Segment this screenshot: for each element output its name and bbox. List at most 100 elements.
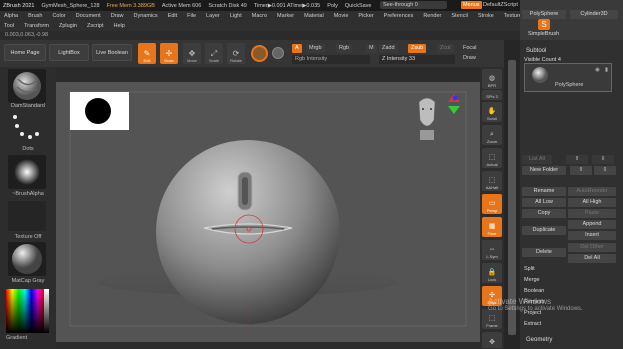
move-button[interactable]: ✥ Move — [183, 43, 201, 64]
insert-button[interactable]: Insert — [568, 231, 616, 240]
extract-menu[interactable]: Extract — [524, 321, 541, 327]
menu-item[interactable]: Macro — [252, 13, 267, 19]
actual-button[interactable]: ⬚ Actual — [482, 148, 502, 168]
menu-item[interactable]: Zscript — [87, 23, 104, 29]
split-menu[interactable]: Split — [524, 266, 535, 272]
draw-button[interactable]: ✢ Draw — [160, 43, 178, 64]
persp-button[interactable]: ▭ Persp — [482, 194, 502, 214]
scale-button[interactable]: ⤢ Scale — [205, 43, 223, 64]
a-toggle[interactable]: A — [292, 44, 302, 53]
menu-item[interactable]: Zplugin — [59, 23, 77, 29]
menu-item[interactable]: Movie — [334, 13, 349, 19]
duplicate-button[interactable]: Duplicate — [522, 226, 566, 235]
folder-down-button[interactable]: ⇩ — [594, 166, 616, 175]
menu-item[interactable]: Material — [304, 13, 324, 19]
cylinder3d-tool[interactable]: Cylinder3D — [570, 10, 618, 19]
menu-item[interactable]: Tool — [4, 23, 14, 29]
alpha-thumbnail[interactable] — [8, 155, 46, 189]
rgb-toggle[interactable]: Rgb — [336, 44, 353, 53]
see-through-slider[interactable]: See-through 0 — [380, 1, 447, 9]
subtool-list-item[interactable]: PolySphere ◉ ▮ — [524, 63, 612, 92]
menu-item[interactable]: Preferences — [384, 13, 414, 19]
scroll-button[interactable]: ✋ Scroll — [482, 102, 502, 122]
menu-item[interactable]: Transform — [24, 23, 49, 29]
zsub-toggle[interactable]: Zsub — [408, 44, 427, 53]
merge-menu[interactable]: Merge — [524, 277, 540, 283]
texture-thumbnail[interactable] — [8, 201, 46, 231]
arrow-up-button[interactable]: ⇧ — [566, 155, 588, 164]
home-page-button[interactable]: Home Page — [4, 44, 46, 61]
boolean-menu[interactable]: Boolean — [524, 288, 544, 294]
append-button[interactable]: Append — [568, 220, 616, 229]
edit-button[interactable]: ✎ Edit — [138, 43, 156, 64]
live-boolean-button[interactable]: Live Boolean — [92, 44, 132, 61]
new-folder-button[interactable]: New Folder — [522, 166, 566, 175]
right-tray-scrollbar[interactable] — [508, 60, 516, 335]
menu-item[interactable]: Help — [114, 23, 125, 29]
polysphere-tool[interactable]: PolySphere — [522, 10, 566, 19]
zadd-toggle[interactable]: Zadd — [379, 44, 398, 53]
autoreorder-button[interactable]: AutoReorder — [568, 187, 616, 196]
focal-shift-label[interactable]: Focal — [463, 45, 476, 51]
material-sphere-icon[interactable] — [251, 45, 268, 62]
menu-item[interactable]: Stencil — [451, 13, 468, 19]
delete-button[interactable]: Delete — [522, 248, 566, 257]
menu-item[interactable]: Marker — [277, 13, 294, 19]
draw-size-label[interactable]: Draw — [463, 55, 476, 61]
menu-item[interactable]: Dynamics — [134, 13, 158, 19]
brightness-strip[interactable] — [44, 289, 49, 333]
paste-button[interactable]: Paste — [568, 209, 616, 218]
frame-button[interactable]: ⬚ Frame — [482, 309, 502, 329]
all-low-button[interactable]: All Low — [522, 198, 566, 207]
menu-item[interactable]: Edit — [168, 13, 177, 19]
menu-item[interactable]: Render — [423, 13, 441, 19]
all-high-button[interactable]: All High — [568, 198, 616, 207]
material-thumbnail[interactable] — [8, 242, 46, 276]
visibility-toggle-icon[interactable]: ▮ — [605, 67, 608, 73]
rgb-intensity-slider[interactable]: Rgb Intensity — [292, 55, 370, 64]
quicksave-button[interactable]: QuickSave — [345, 3, 372, 9]
lightbox-button[interactable]: LightBox — [49, 44, 89, 61]
gyro-icon[interactable] — [272, 47, 284, 59]
visibility-eye-icon[interactable]: ◉ — [595, 67, 600, 73]
zoom-button[interactable]: ⌕ Zoom — [482, 125, 502, 145]
menu-item[interactable]: Stroke — [478, 13, 494, 19]
del-other-button[interactable]: Del Other — [568, 243, 616, 252]
menu-item[interactable]: Layer — [206, 13, 220, 19]
copy-button[interactable]: Copy — [522, 209, 566, 218]
geometry-menu[interactable]: Geometry — [526, 337, 552, 343]
spix-button[interactable]: SPix 3 — [482, 90, 502, 100]
rename-button[interactable]: Rename — [522, 187, 566, 196]
bpr-button[interactable]: ◍ BPR — [482, 69, 502, 89]
menu-item[interactable]: Document — [76, 13, 101, 19]
m-toggle[interactable]: M — [366, 44, 377, 53]
menu-item[interactable]: Brush — [28, 13, 42, 19]
menu-item[interactable]: Alpha — [4, 13, 18, 19]
default-zscript[interactable]: DefaultZScript — [483, 1, 518, 9]
menus-button[interactable]: Menus — [461, 1, 482, 9]
z-intensity-slider[interactable]: Z Intensity 33 — [379, 55, 455, 64]
rotate-button[interactable]: ⟳ Rotate — [227, 43, 245, 64]
menu-item[interactable]: Picker — [358, 13, 373, 19]
local-symmetry-button[interactable]: ⇔ L.Sym — [482, 240, 502, 260]
simplebrush-icon[interactable]: S — [538, 19, 550, 30]
menu-item[interactable]: File — [187, 13, 196, 19]
move-view-button[interactable]: ✥ — [482, 332, 502, 348]
zcut-toggle[interactable]: Zcut — [437, 44, 454, 53]
del-all-button[interactable]: Del All — [568, 254, 616, 263]
aahalf-button[interactable]: ⬚ AAHalf — [482, 171, 502, 191]
menu-item[interactable]: Light — [230, 13, 242, 19]
brush-thumbnail[interactable] — [8, 69, 46, 103]
arrow-down-button[interactable]: ⇩ — [592, 155, 614, 164]
menu-item[interactable]: Draw — [111, 13, 124, 19]
floor-button[interactable]: ▦ Floor — [482, 217, 502, 237]
list-all-button[interactable]: List All — [522, 155, 552, 164]
color-picker[interactable] — [6, 289, 44, 333]
folder-up-button[interactable]: ⇧ — [570, 166, 592, 175]
stroke-thumbnail[interactable] — [8, 111, 46, 145]
viewport-canvas[interactable] — [56, 82, 480, 342]
subtool-title[interactable]: Subtool — [526, 48, 546, 54]
menu-item[interactable]: Color — [52, 13, 65, 19]
lock-button[interactable]: 🔒 Lock — [482, 263, 502, 283]
mrgb-toggle[interactable]: Mrgb — [306, 44, 325, 53]
